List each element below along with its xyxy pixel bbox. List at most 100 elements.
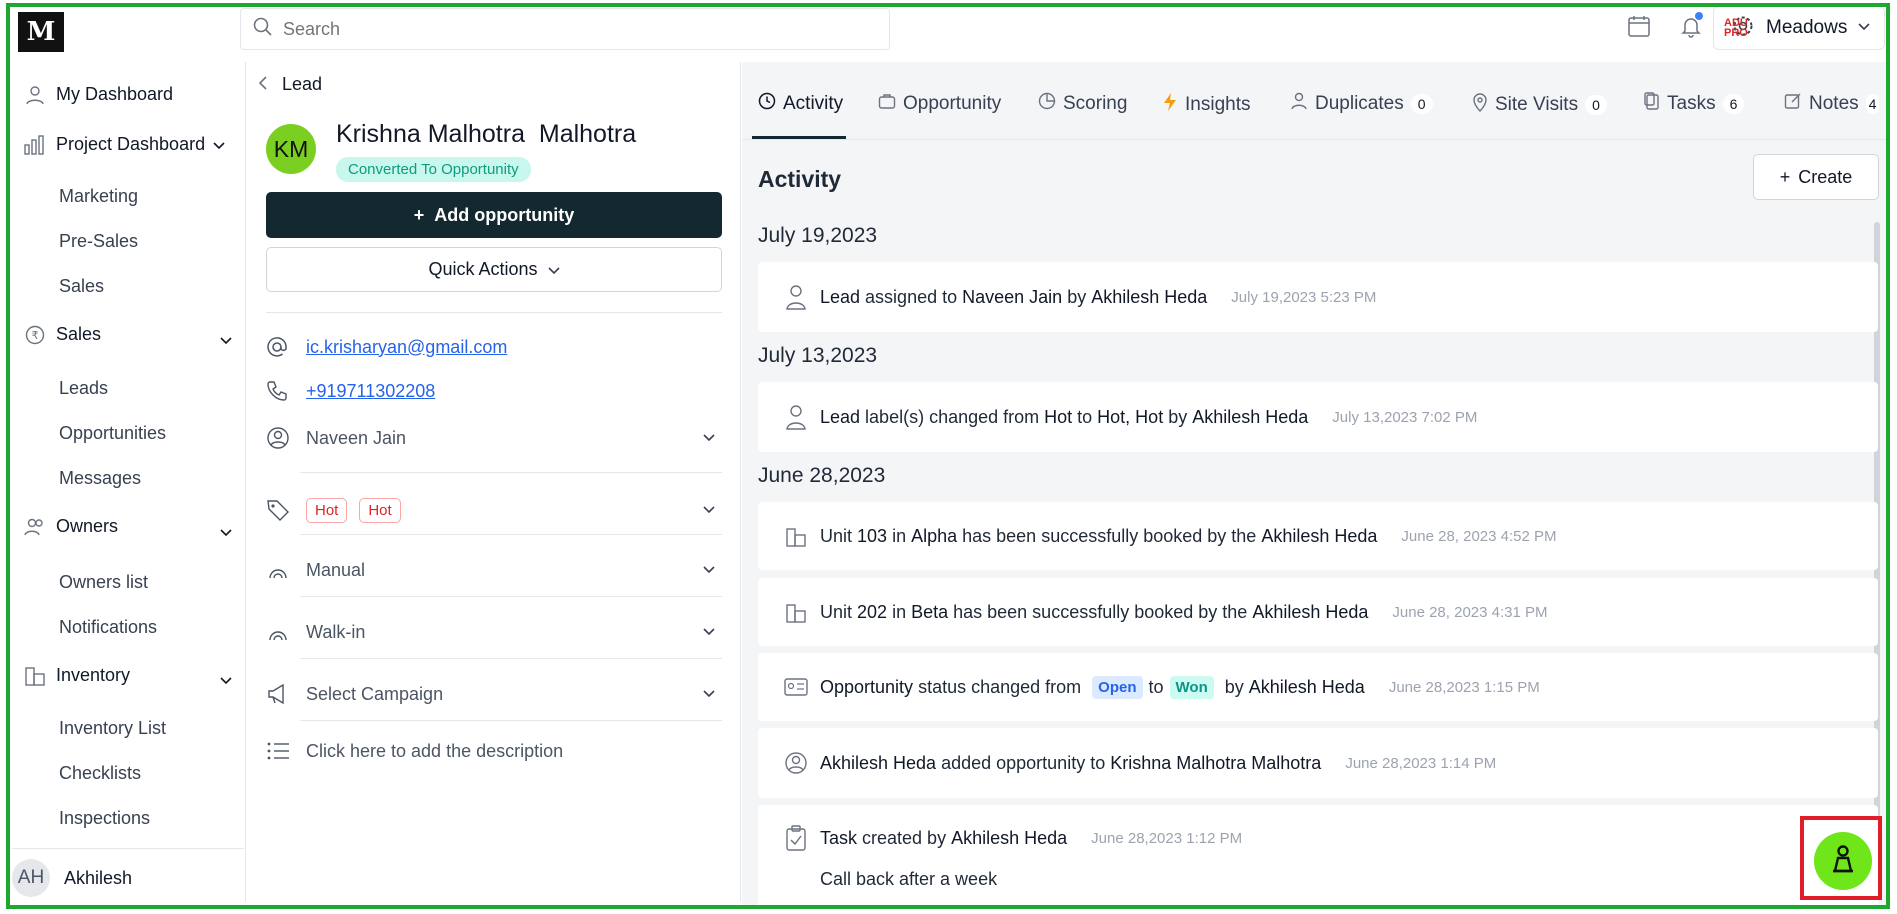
tab-activity[interactable]: Activity <box>758 92 843 116</box>
calendar-icon[interactable] <box>1625 12 1653 40</box>
sidebar-item-label: Project Dashboard <box>56 134 206 154</box>
plus-icon: + <box>1779 166 1791 187</box>
sidebar-subitem-inspections[interactable]: Inspections <box>59 808 150 829</box>
sidebar-item-project-dashboard[interactable]: Project Dashboard <box>10 134 225 155</box>
tab-count: 0 <box>1410 94 1433 114</box>
lead-campaign-select[interactable]: Select Campaign <box>266 676 722 712</box>
sidebar-user[interactable]: AH Akhilesh <box>12 848 244 897</box>
chevron-down-icon <box>696 628 722 636</box>
tab-label: Notes <box>1809 93 1859 114</box>
sidebar-subitem-pre-sales[interactable]: Pre-Sales <box>59 231 138 252</box>
activity-item: Lead label(s) changed from Hot to Hot, H… <box>758 382 1878 452</box>
sidebar-item-label: My Dashboard <box>56 84 174 104</box>
search-input[interactable] <box>283 18 843 40</box>
timestamp: June 28, 2023 4:52 PM <box>1401 527 1557 545</box>
chevron-down-icon[interactable] <box>220 332 232 350</box>
sidebar-subitem-owners-list[interactable]: Owners list <box>59 572 148 593</box>
lead-phone-link[interactable]: +919711302208 <box>306 381 722 402</box>
search-bar[interactable] <box>240 8 890 50</box>
highlight-box <box>1800 816 1882 900</box>
svg-text:₹: ₹ <box>32 329 39 342</box>
sidebar-item-sales[interactable]: ₹ Sales <box>10 324 101 345</box>
user-icon <box>782 284 810 310</box>
lead-sub-source-value: Walk-in <box>306 621 366 642</box>
sidebar-subitem-notifications[interactable]: Notifications <box>59 617 157 638</box>
timestamp: July 19,2023 5:23 PM <box>1231 288 1377 306</box>
sidebar-subitem-sales[interactable]: Sales <box>59 276 104 297</box>
building-icon <box>782 525 810 547</box>
sidebar-subitem-opportunities[interactable]: Opportunities <box>59 423 166 444</box>
lead-email-field: ic.krisharyan@gmail.com <box>266 336 722 358</box>
chevron-down-icon[interactable] <box>220 672 232 690</box>
tag-hot[interactable]: Hot <box>306 497 348 523</box>
lead-source-select[interactable]: Manual <box>266 552 722 588</box>
briefcase-icon <box>878 92 896 116</box>
notification-dot <box>1695 12 1703 20</box>
tab-opportunity[interactable]: Opportunity <box>878 92 1001 116</box>
user-circle-icon <box>782 751 810 775</box>
lead-sub-source-select[interactable]: Walk-in <box>266 614 722 650</box>
activity-date-heading: June 28,2023 <box>758 464 886 487</box>
lead-tags-select[interactable]: Hot Hot <box>266 492 722 528</box>
sidebar-subitem-inventory-list[interactable]: Inventory List <box>59 718 166 739</box>
lead-name: Krishna Malhotra Malhotra <box>336 120 637 148</box>
sidebar-item-label: Owners <box>56 516 119 536</box>
divider <box>266 312 722 313</box>
building-icon <box>782 601 810 623</box>
status-badge-open: Open <box>1092 675 1143 699</box>
sidebar-subitem-checklists[interactable]: Checklists <box>59 763 141 784</box>
active-tab-indicator <box>752 136 846 139</box>
sidebar-item-label: Inventory <box>56 664 131 685</box>
activity-date-heading: July 19,2023 <box>758 224 878 247</box>
timestamp: June 28, 2023 4:31 PM <box>1392 603 1548 621</box>
app-logo[interactable]: M <box>18 12 64 52</box>
org-switcher[interactable]: ADU PRO Meadows <box>1713 6 1885 50</box>
sidebar-subitem-leads[interactable]: Leads <box>59 378 108 399</box>
chevron-left-icon[interactable] <box>258 74 268 95</box>
lead-panel: Lead KM Krishna Malhotra Malhotra Conver… <box>245 62 741 902</box>
tab-tasks[interactable]: Tasks 6 <box>1644 92 1745 116</box>
tab-notes[interactable]: Notes 4 <box>1784 92 1880 116</box>
assistant-fab-button[interactable] <box>1814 832 1872 890</box>
tab-label: Duplicates <box>1315 93 1404 114</box>
at-icon <box>266 336 300 358</box>
user-icon <box>782 404 810 430</box>
tab-count: 4 <box>1865 94 1880 114</box>
person-icon <box>1830 844 1856 879</box>
button-label: Add opportunity <box>434 204 575 225</box>
org-logo: ADU PRO <box>1724 17 1748 39</box>
bar-chart-icon <box>20 134 50 155</box>
search-icon <box>253 17 273 42</box>
sidebar-item-owners[interactable]: Owners <box>10 516 118 537</box>
activity-title: Activity <box>758 166 842 192</box>
tag-hot[interactable]: Hot <box>359 497 401 523</box>
sidebar-subitem-messages[interactable]: Messages <box>59 468 141 489</box>
sidebar-subitem-marketing[interactable]: Marketing <box>59 186 138 207</box>
tab-scoring[interactable]: Scoring <box>1038 92 1127 116</box>
breadcrumb[interactable]: Lead <box>258 74 322 95</box>
user-circle-icon <box>266 426 300 450</box>
quick-actions-button[interactable]: Quick Actions <box>266 247 722 292</box>
bell-icon[interactable] <box>1677 12 1705 40</box>
sidebar-item-inventory[interactable]: Inventory <box>10 664 130 686</box>
tab-insights[interactable]: Insights <box>1162 92 1250 118</box>
lead-email-link[interactable]: ic.krisharyan@gmail.com <box>306 337 722 358</box>
chevron-down-icon[interactable] <box>220 524 232 542</box>
timestamp: July 13,2023 7:02 PM <box>1332 408 1478 426</box>
tab-duplicates[interactable]: Duplicates 0 <box>1290 92 1433 116</box>
timestamp: June 28,2023 1:15 PM <box>1388 678 1540 696</box>
tab-site-visits[interactable]: Site Visits 0 <box>1472 92 1607 118</box>
chevron-down-icon <box>547 259 560 280</box>
button-label: Create <box>1798 166 1853 187</box>
lead-owner-select[interactable]: Naveen Jain <box>266 420 722 456</box>
tab-count: 6 <box>1722 94 1745 114</box>
timestamp: June 28,2023 1:12 PM <box>1091 829 1243 847</box>
add-opportunity-button[interactable]: + Add opportunity <box>266 192 722 238</box>
pie-icon <box>1038 92 1056 116</box>
create-button[interactable]: + Create <box>1753 154 1879 200</box>
divider <box>300 596 722 597</box>
lead-description-field[interactable]: Click here to add the description <box>266 736 722 766</box>
tab-count: 0 <box>1585 95 1607 115</box>
sidebar-item-my-dashboard[interactable]: My Dashboard <box>10 84 173 105</box>
chevron-down-icon <box>696 566 722 574</box>
